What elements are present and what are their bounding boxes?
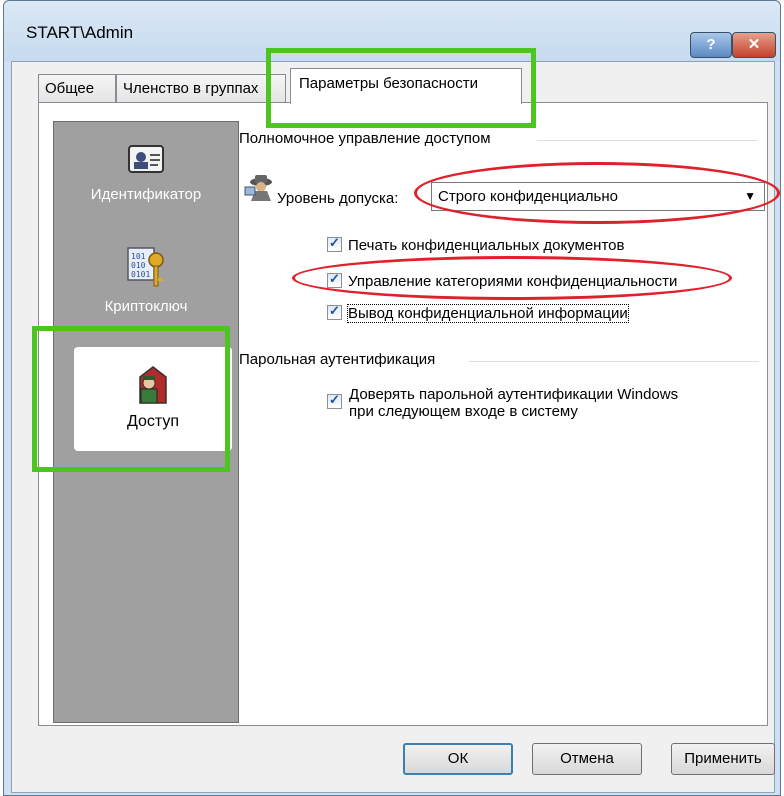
tab-general[interactable]: Общее [38, 74, 116, 102]
highlight-clearance-dropdown [414, 162, 780, 224]
checkbox-label-line2: при следующем входе в систему [349, 403, 578, 420]
checkbox-output-confidential[interactable]: Вывод конфиденциальной информации [327, 303, 629, 323]
checkbox-box[interactable] [327, 392, 342, 409]
checkbox-label: Печать конфиденциальных документов [348, 237, 625, 254]
crypto-key-icon: 101 010 0101 [127, 247, 164, 287]
sidebar-item-label: Идентификатор [90, 186, 202, 203]
help-button[interactable]: ? [690, 32, 732, 58]
svg-text:0101: 0101 [131, 270, 150, 279]
sidebar-item-identifier[interactable]: Идентификатор [54, 142, 238, 203]
checkbox-box[interactable] [327, 303, 342, 320]
ok-button[interactable]: ОК [403, 743, 513, 775]
checkbox-trust-windows-password[interactable]: Доверять парольной аутентификации Window… [327, 386, 747, 420]
close-button[interactable]: ✕ [732, 32, 776, 58]
clearance-level-label: Уровень допуска: [277, 190, 399, 207]
checkbox-print-confidential[interactable]: Печать конфиденциальных документов [327, 235, 625, 254]
highlight-manage-categories [292, 256, 732, 300]
tab-group-membership[interactable]: Членство в группах [116, 74, 286, 102]
highlight-access-item [32, 326, 230, 472]
checkbox-box[interactable] [327, 235, 342, 252]
svg-text:101: 101 [131, 252, 146, 261]
group-title-mandatory-access: Полномочное управление доступом [239, 130, 497, 147]
group-divider [469, 361, 759, 362]
apply-button[interactable]: Применить [671, 743, 775, 775]
checkbox-label: Вывод конфиденциальной информации [347, 304, 629, 323]
sidebar-item-label: Криптоключ [104, 298, 188, 315]
cancel-button[interactable]: Отмена [532, 743, 642, 775]
close-icon: ✕ [747, 36, 761, 53]
checkbox-label-line1: Доверять парольной аутентификации Window… [349, 386, 679, 403]
sidebar-item-crypto-key[interactable]: 101 010 0101 Криптоключ [54, 246, 238, 315]
window-title: START\Admin [26, 23, 134, 42]
group-divider [537, 140, 757, 141]
svg-text:010: 010 [131, 261, 146, 270]
tab-security-settings[interactable]: Параметры безопасности [290, 68, 522, 104]
group-title-password-auth: Парольная аутентификация [239, 351, 442, 368]
id-card-icon [128, 145, 164, 173]
spy-icon [244, 175, 272, 201]
